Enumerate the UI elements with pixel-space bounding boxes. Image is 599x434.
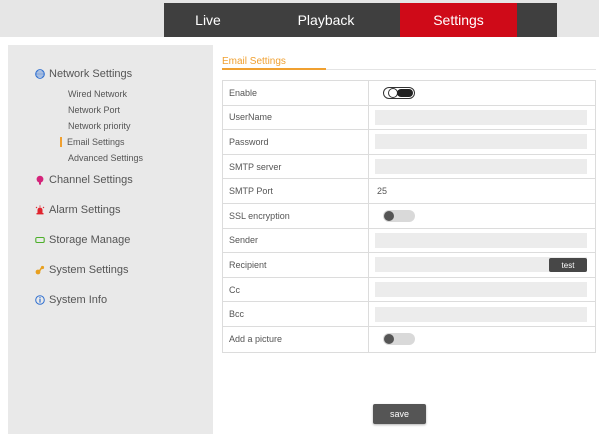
sidebar-item-channel-settings[interactable]: Channel Settings bbox=[35, 174, 133, 186]
network-icon bbox=[35, 69, 45, 79]
form-row-sender: Sender bbox=[223, 228, 595, 254]
form-row-smtp-server: SMTP server bbox=[223, 154, 595, 180]
enable-toggle[interactable] bbox=[383, 86, 415, 99]
page-title: Email Settings bbox=[222, 56, 286, 67]
smtp-port-label: SMTP Port bbox=[223, 179, 369, 203]
form-row-recipient: Recipient test bbox=[223, 253, 595, 278]
sidebar-item-system-info[interactable]: System Info bbox=[35, 294, 107, 306]
form-row-cc: Cc bbox=[223, 277, 595, 303]
sidebar-item-network-settings[interactable]: Network Settings bbox=[35, 68, 132, 80]
sidebar-subitem-advanced-settings[interactable]: Advanced Settings bbox=[68, 153, 143, 163]
smtp-port-input[interactable] bbox=[375, 183, 587, 199]
add-picture-label: Add a picture bbox=[223, 326, 369, 352]
alarm-icon bbox=[35, 205, 45, 215]
form-row-smtp-port: SMTP Port bbox=[223, 179, 595, 204]
form-row-add-picture: Add a picture bbox=[223, 326, 595, 352]
system-icon bbox=[35, 265, 45, 275]
recipient-label: Recipient bbox=[223, 253, 369, 277]
username-input[interactable] bbox=[375, 109, 587, 125]
sidebar-subitem-email-settings[interactable]: Email Settings bbox=[60, 137, 125, 147]
sidebar-item-label: Channel Settings bbox=[49, 174, 133, 186]
sidebar-item-label: Alarm Settings bbox=[49, 204, 121, 216]
cc-input[interactable] bbox=[375, 282, 587, 298]
tab-live[interactable]: Live bbox=[164, 3, 252, 37]
form-row-bcc: Bcc bbox=[223, 302, 595, 327]
sidebar-item-label: System Settings bbox=[49, 264, 129, 276]
sidebar-item-label: Storage Manage bbox=[49, 234, 131, 246]
smtp-server-input[interactable] bbox=[375, 159, 587, 175]
cc-label: Cc bbox=[223, 277, 369, 302]
top-nav: Live Playback Settings bbox=[164, 3, 557, 37]
save-button[interactable]: save bbox=[373, 404, 426, 424]
tab-settings[interactable]: Settings bbox=[400, 3, 517, 37]
storage-icon bbox=[35, 235, 45, 245]
sender-input[interactable] bbox=[375, 232, 587, 248]
sender-label: Sender bbox=[223, 228, 369, 253]
sidebar-subitem-wired-network[interactable]: Wired Network bbox=[68, 89, 127, 99]
enable-label: Enable bbox=[223, 81, 369, 105]
form-row-ssl: SSL encryption bbox=[223, 203, 595, 229]
info-icon bbox=[35, 295, 45, 305]
channel-icon bbox=[35, 175, 45, 185]
sidebar-item-label: System Info bbox=[49, 294, 108, 306]
title-underline bbox=[222, 68, 326, 70]
form-row-password: Password bbox=[223, 130, 595, 155]
bcc-label: Bcc bbox=[223, 302, 369, 326]
sidebar-item-alarm-settings[interactable]: Alarm Settings bbox=[35, 204, 121, 216]
sidebar-subitem-network-priority[interactable]: Network priority bbox=[68, 121, 131, 131]
password-input[interactable] bbox=[375, 134, 587, 150]
form-row-enable: Enable bbox=[223, 81, 595, 106]
password-label: Password bbox=[223, 130, 369, 154]
ssl-toggle[interactable] bbox=[383, 209, 415, 222]
sidebar-item-system-settings[interactable]: System Settings bbox=[35, 264, 128, 276]
sidebar-subitem-network-port[interactable]: Network Port bbox=[68, 105, 120, 115]
test-button[interactable]: test bbox=[549, 258, 587, 273]
tab-playback[interactable]: Playback bbox=[252, 3, 400, 37]
bcc-input[interactable] bbox=[375, 306, 587, 322]
sidebar-item-label: Network Settings bbox=[49, 68, 133, 80]
smtp-server-label: SMTP server bbox=[223, 154, 369, 179]
email-settings-form: Enable UserName Password SMTP server SMT… bbox=[222, 80, 596, 353]
top-bar: Live Playback Settings bbox=[0, 0, 599, 37]
add-picture-toggle[interactable] bbox=[383, 333, 415, 346]
sidebar-item-storage-manage[interactable]: Storage Manage bbox=[35, 234, 130, 246]
form-row-username: UserName bbox=[223, 105, 595, 131]
ssl-label: SSL encryption bbox=[223, 203, 369, 228]
username-label: UserName bbox=[223, 105, 369, 130]
